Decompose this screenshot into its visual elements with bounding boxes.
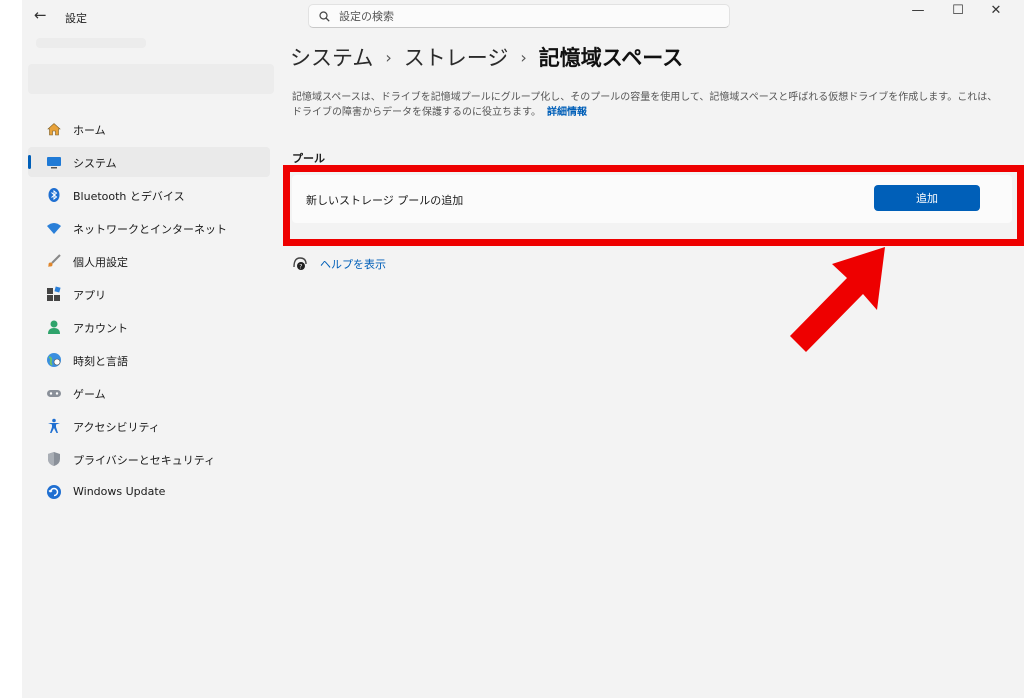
sidebar-item-network[interactable]: ネットワークとインターネット xyxy=(28,213,270,243)
learn-more-link[interactable]: 詳細情報 xyxy=(547,107,587,118)
app-title: 設定 xyxy=(65,12,87,25)
sidebar-item-label: ホーム xyxy=(73,124,106,137)
minimize-button[interactable]: — xyxy=(900,2,936,24)
sidebar-item-label: アカウント xyxy=(73,322,128,335)
close-button[interactable]: ✕ xyxy=(978,2,1014,24)
breadcrumb-system[interactable]: システム xyxy=(290,46,373,70)
sidebar-item-bluetooth[interactable]: Bluetooth とデバイス xyxy=(28,180,270,210)
home-icon xyxy=(47,123,61,136)
accessibility-icon xyxy=(48,418,60,433)
pool-section-heading: プール xyxy=(292,152,325,165)
sidebar-item-label: ネットワークとインターネット xyxy=(73,223,227,236)
account-icon xyxy=(48,320,60,334)
sidebar-item-label: ゲーム xyxy=(73,388,106,401)
sidebar-item-gaming[interactable]: ゲーム xyxy=(28,378,270,408)
sidebar-item-home[interactable]: ホーム xyxy=(28,114,270,144)
sidebar-item-personalization[interactable]: 個人用設定 xyxy=(28,246,270,276)
wifi-icon xyxy=(47,223,61,234)
sidebar-item-privacy-security[interactable]: プライバシーとセキュリティ xyxy=(28,444,270,474)
search-input[interactable] xyxy=(339,8,719,24)
sidebar-item-accounts[interactable]: アカウント xyxy=(28,312,270,342)
system-display-icon xyxy=(47,157,61,169)
highlight-annotation-box xyxy=(283,165,1024,246)
search-box[interactable] xyxy=(308,4,730,28)
back-arrow-icon[interactable]: ← xyxy=(34,6,47,24)
shield-icon xyxy=(48,452,60,466)
help-icon: ? xyxy=(293,257,307,270)
sidebar-item-label: アプリ xyxy=(73,289,106,302)
description-text: 記憶域スペースは、ドライブを記憶域プールにグループ化し、そのプールの容量を使用し… xyxy=(292,92,998,118)
sidebar-nav: ホーム システム Bluetooth とデバイス ネットワークとインターネット … xyxy=(22,114,270,510)
page-description: 記憶域スペースは、ドライブを記憶域プールにグループ化し、そのプールの容量を使用し… xyxy=(292,90,1002,120)
settings-window: ← 設定 — ☐ ✕ ホーム システム Bluetooth とデバイス ネットワ… xyxy=(22,0,1024,698)
get-help-link[interactable]: ヘルプを表示 xyxy=(320,256,386,272)
sidebar-item-label: Windows Update xyxy=(73,485,166,498)
sidebar-item-label: 時刻と言語 xyxy=(73,355,128,368)
apps-icon xyxy=(47,286,61,301)
sidebar-item-label: プライバシーとセキュリティ xyxy=(73,454,216,467)
sidebar-item-accessibility[interactable]: アクセシビリティ xyxy=(28,411,270,441)
sidebar-item-label: システム xyxy=(73,157,117,170)
breadcrumb-separator: › xyxy=(520,48,527,67)
maximize-button[interactable]: ☐ xyxy=(940,2,976,24)
windows-update-icon xyxy=(47,485,61,499)
selection-indicator xyxy=(28,155,31,169)
sidebar-item-system[interactable]: システム xyxy=(28,147,270,177)
gamepad-icon xyxy=(47,390,61,397)
breadcrumb-separator: › xyxy=(385,48,392,67)
sidebar-item-label: Bluetooth とデバイス xyxy=(73,190,185,203)
sidebar-item-apps[interactable]: アプリ xyxy=(28,279,270,309)
sidebar-item-windows-update[interactable]: Windows Update xyxy=(28,477,270,507)
svg-text:?: ? xyxy=(299,263,302,270)
breadcrumb-storage[interactable]: ストレージ xyxy=(404,46,509,70)
sidebar-item-label: 個人用設定 xyxy=(73,256,128,269)
page-title: 記憶域スペース xyxy=(538,46,684,70)
search-icon xyxy=(319,11,330,22)
brush-icon xyxy=(48,254,61,267)
globe-clock-icon xyxy=(47,353,61,367)
pointer-arrow-annotation xyxy=(790,247,885,352)
bluetooth-icon xyxy=(48,188,60,202)
sidebar-item-label: アクセシビリティ xyxy=(73,421,160,434)
account-info-blurred xyxy=(28,64,274,94)
breadcrumb: システム › ストレージ › 記憶域スペース xyxy=(290,42,683,72)
title-bar: ← 設定 — ☐ ✕ xyxy=(22,0,1024,34)
sidebar-item-time-language[interactable]: 時刻と言語 xyxy=(28,345,270,375)
account-name-blurred xyxy=(36,38,146,48)
